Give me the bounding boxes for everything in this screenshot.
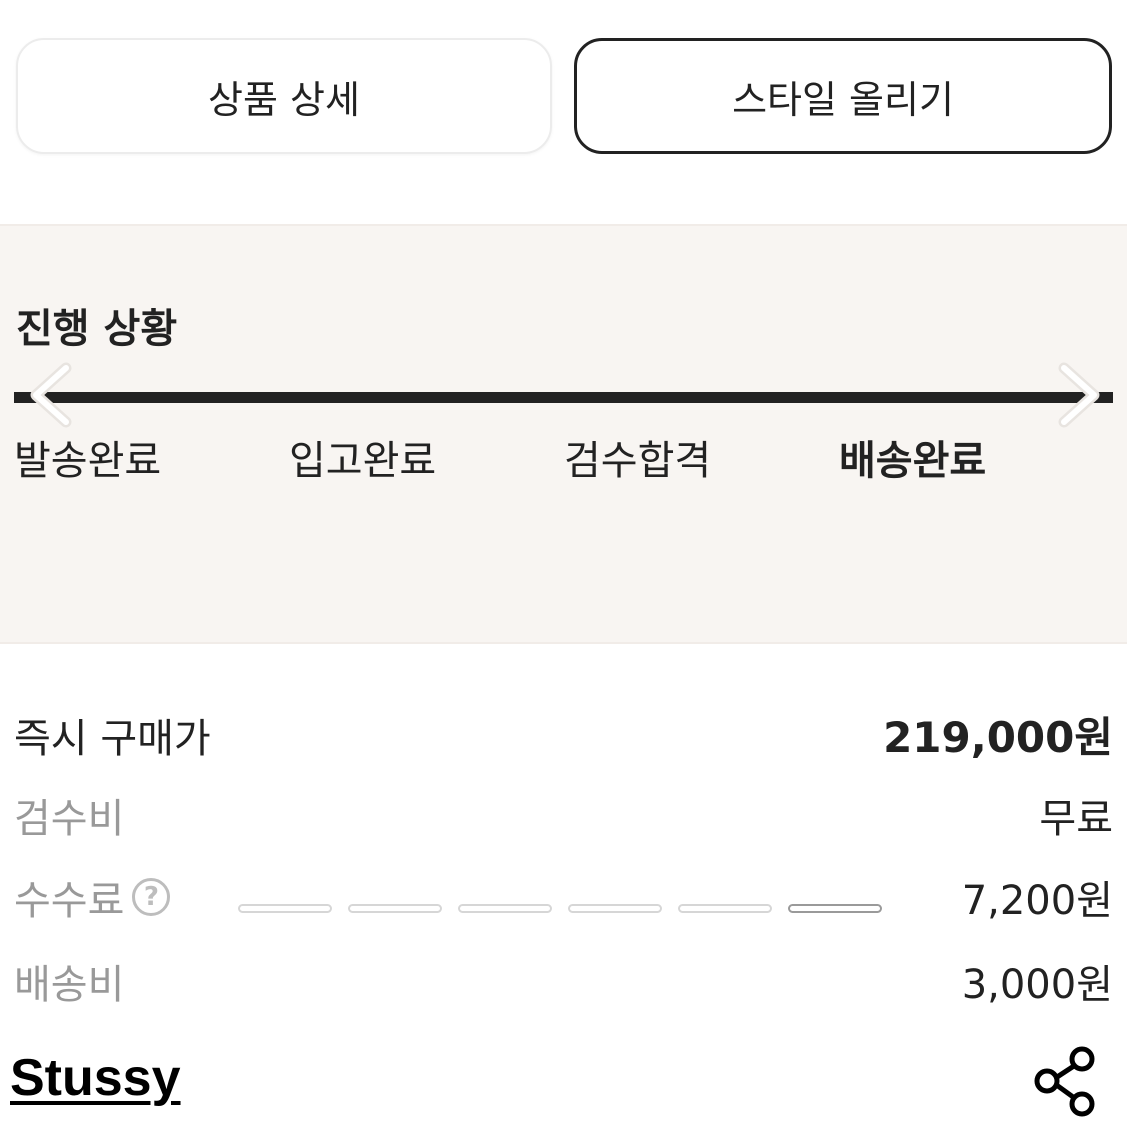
loading-placeholder bbox=[238, 904, 882, 913]
inspection-fee-row: 검수비 무료 bbox=[14, 786, 1113, 844]
upload-style-label: 스타일 올리기 bbox=[732, 77, 954, 122]
inspection-fee-value: 무료 bbox=[1039, 796, 1113, 842]
commission-label: 수수료 bbox=[14, 878, 125, 924]
shipping-fee-label: 배송비 bbox=[14, 962, 125, 1008]
step-shipped: 발송완료 bbox=[14, 438, 162, 484]
placeholder-dash bbox=[788, 904, 882, 913]
instant-buy-label: 즉시 구매가 bbox=[14, 715, 211, 762]
shipping-fee-value: 3,000원 bbox=[961, 962, 1113, 1008]
instant-buy-row: 즉시 구매가 219,000원 bbox=[14, 704, 1113, 765]
chevron-right-icon[interactable] bbox=[1052, 360, 1104, 430]
commission-value: 7,200원 bbox=[961, 878, 1113, 924]
placeholder-dash bbox=[238, 904, 332, 913]
commission-label-group: 수수료 ? bbox=[14, 868, 171, 926]
upload-style-button[interactable]: 스타일 올리기 bbox=[574, 38, 1112, 154]
step-received: 입고완료 bbox=[289, 438, 437, 484]
instant-buy-price: 219,000원 bbox=[883, 713, 1113, 762]
step-inspection-passed: 검수합격 bbox=[564, 438, 712, 484]
share-icon[interactable] bbox=[1030, 1044, 1100, 1118]
brand-link[interactable]: Stussy bbox=[10, 1048, 181, 1108]
placeholder-dash bbox=[348, 904, 442, 913]
progress-panel: 진행 상황 발송완료 입고완료 검수합격 배송완료 bbox=[0, 224, 1127, 644]
shipping-fee-row: 배송비 3,000원 bbox=[14, 952, 1113, 1010]
placeholder-dash bbox=[568, 904, 662, 913]
inspection-fee-label: 검수비 bbox=[14, 796, 125, 842]
progress-title: 진행 상황 bbox=[16, 306, 178, 352]
product-detail-button[interactable]: 상품 상세 bbox=[16, 38, 552, 154]
placeholder-dash bbox=[458, 904, 552, 913]
chevron-left-icon[interactable] bbox=[26, 360, 78, 430]
progress-bar bbox=[14, 392, 1113, 403]
step-delivered: 배송완료 bbox=[839, 438, 987, 484]
commission-row: 수수료 ? 7,200원 bbox=[14, 868, 1113, 926]
placeholder-dash bbox=[678, 904, 772, 913]
help-icon[interactable]: ? bbox=[132, 878, 171, 916]
product-detail-label: 상품 상세 bbox=[208, 77, 360, 122]
